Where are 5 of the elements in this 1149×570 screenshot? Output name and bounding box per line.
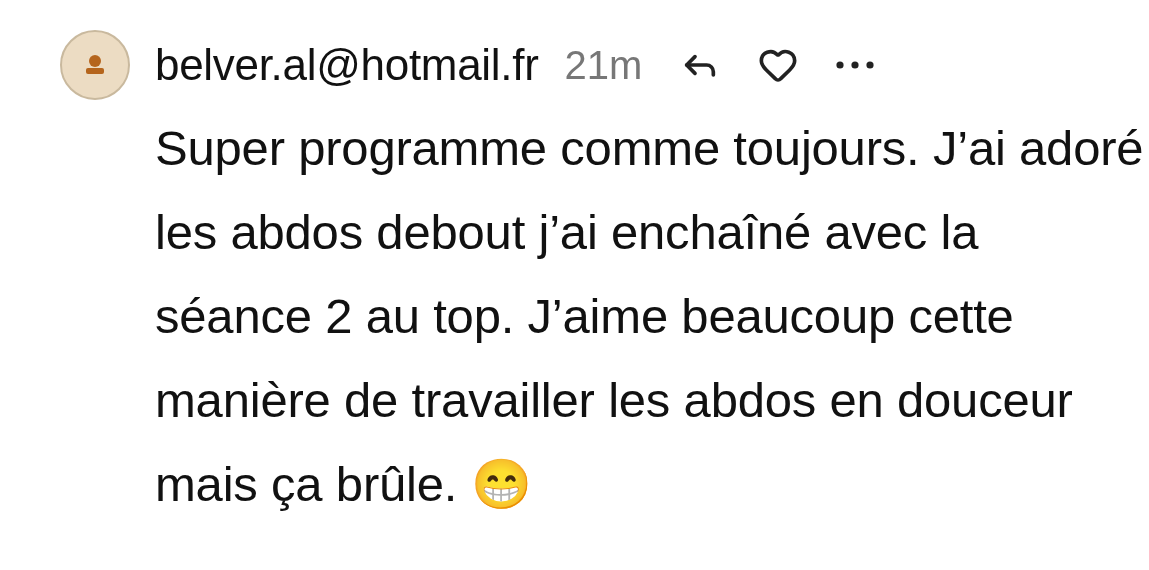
more-icon	[836, 61, 875, 69]
author-name: belver.al@hotmail.fr	[155, 40, 539, 90]
comment-text: Super programme comme toujours. J’ai adoré les abdos debout j’ai enchaîné avec la séance 2 au top. J’aime beaucoup cette manière de travailler les abdos en douceur mais ça brûle. 😁	[155, 121, 1144, 511]
more-button[interactable]	[836, 61, 875, 69]
timestamp: 21m	[564, 42, 643, 88]
